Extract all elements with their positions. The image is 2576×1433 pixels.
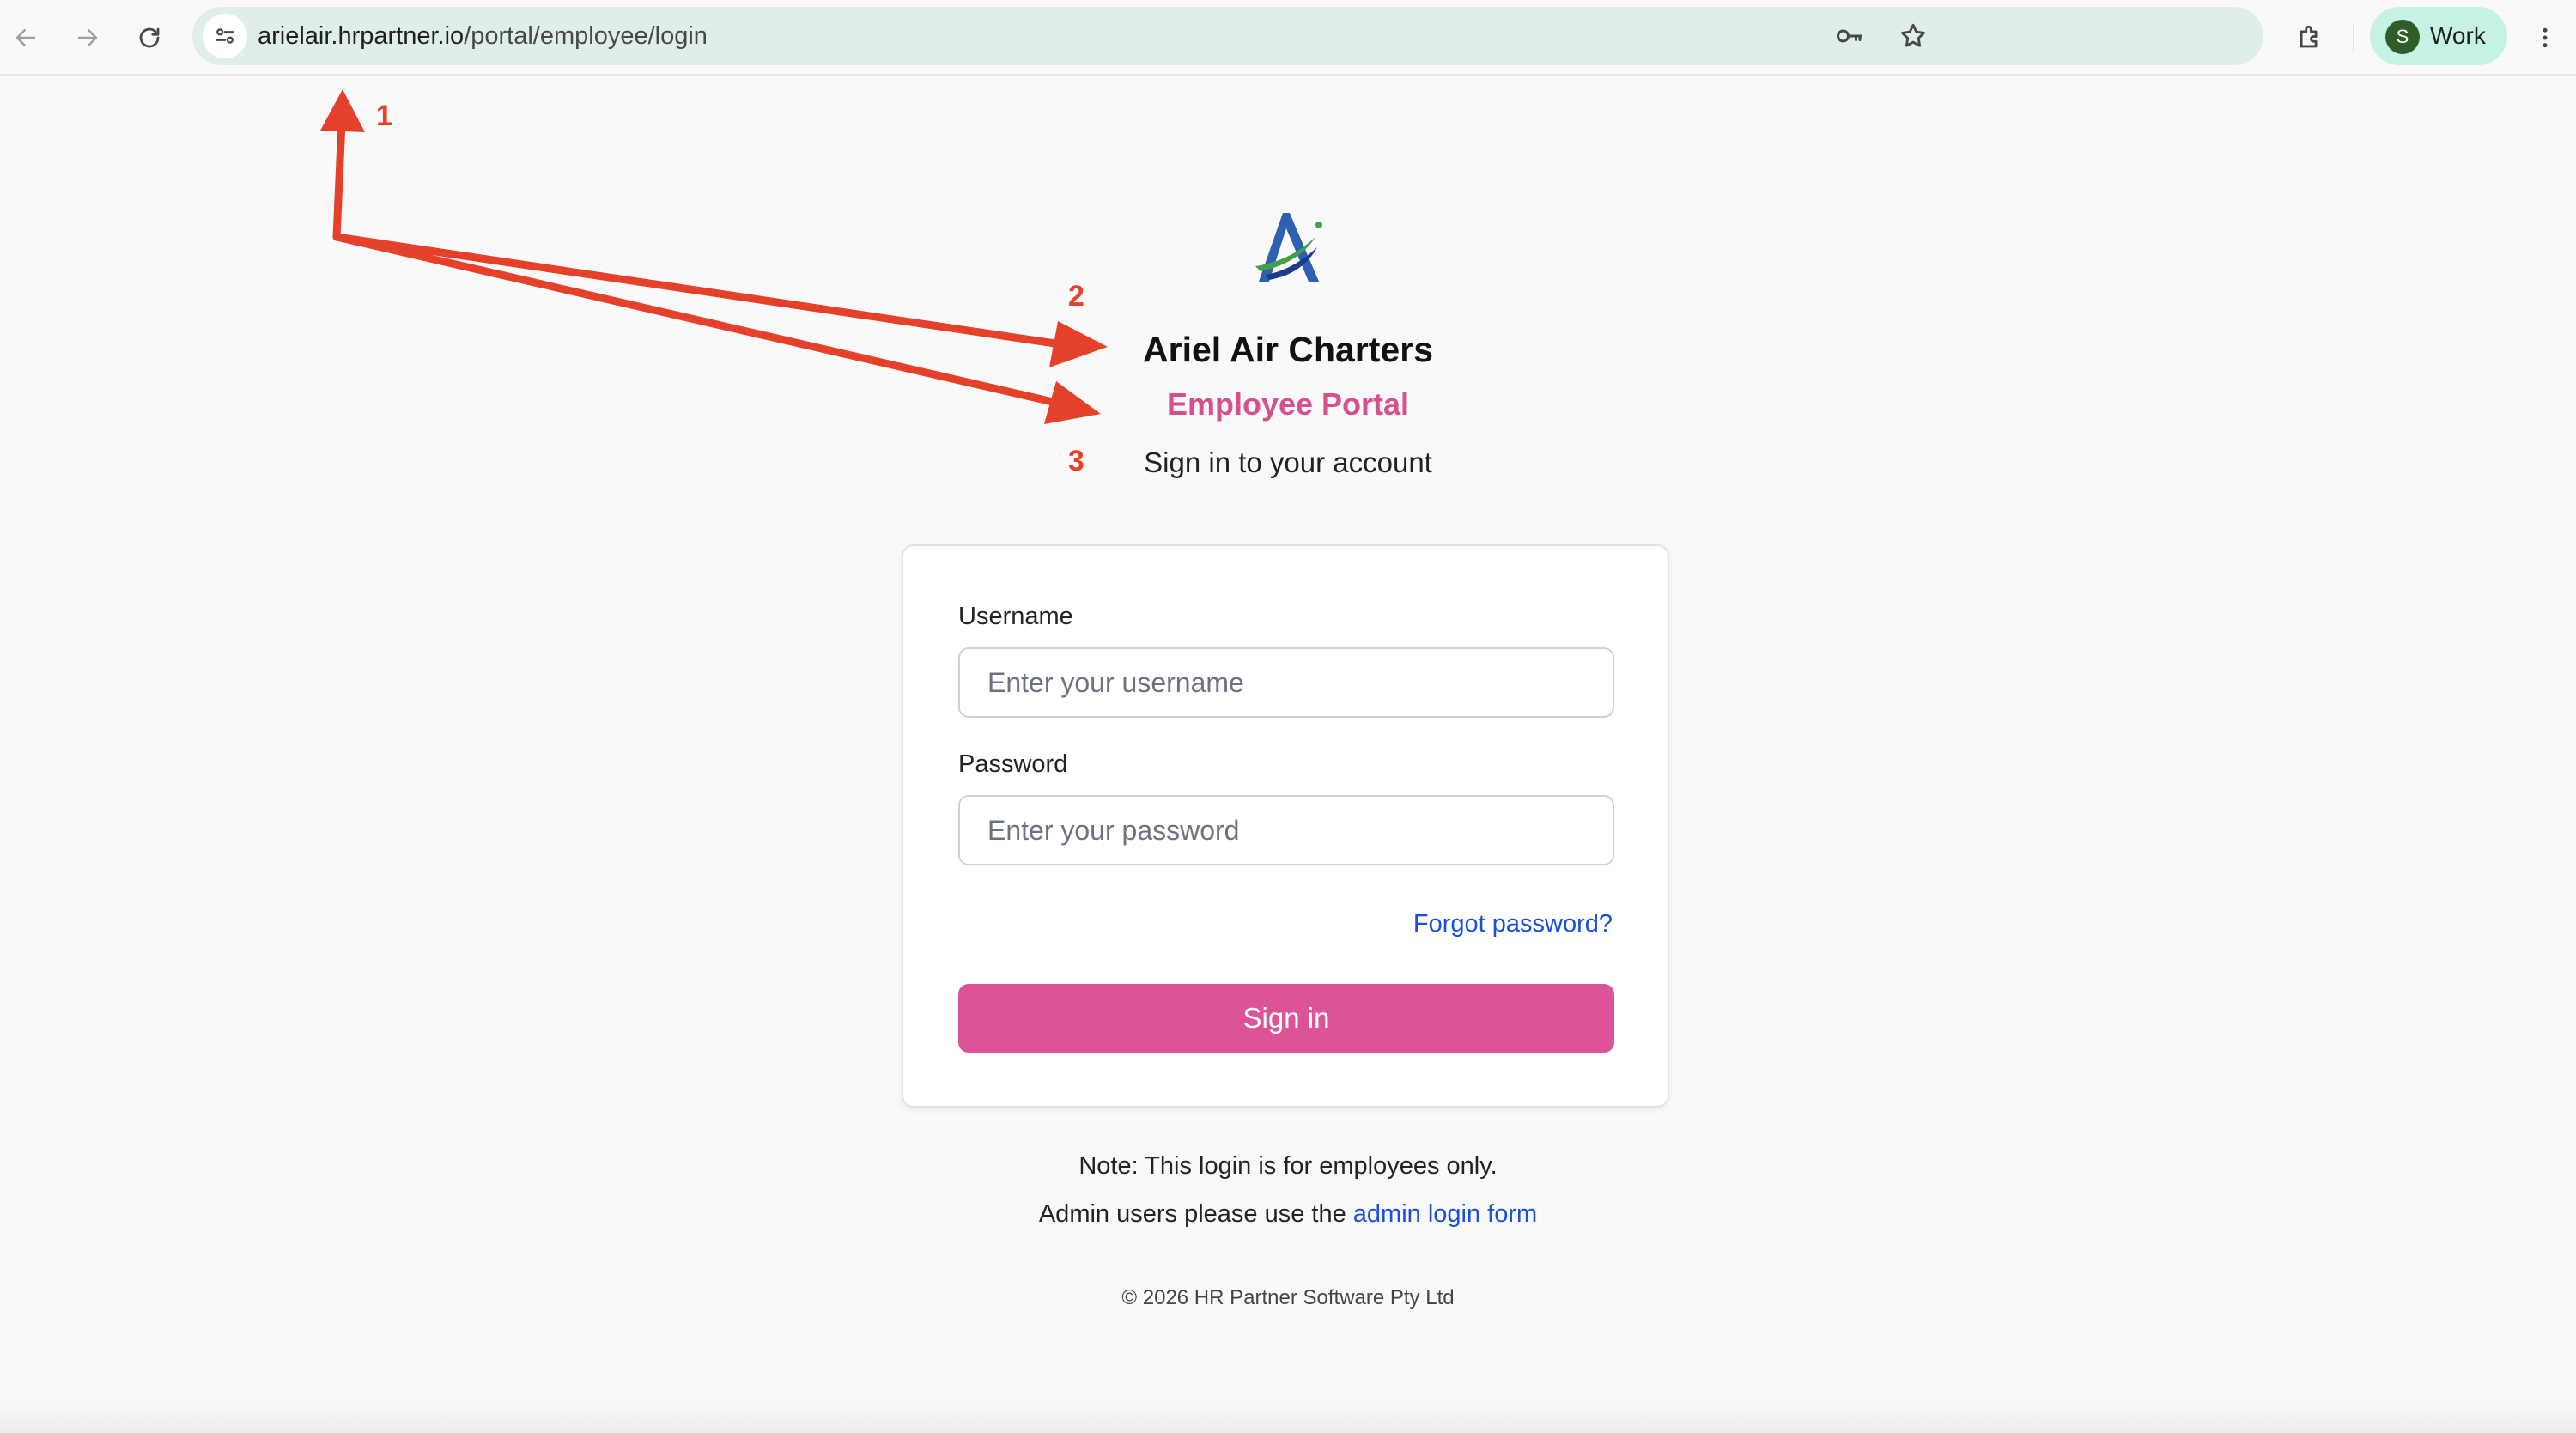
profile-button[interactable]: S Work — [2370, 7, 2507, 65]
username-input[interactable] — [958, 647, 1614, 718]
reload-button[interactable] — [127, 15, 172, 60]
password-label: Password — [958, 750, 1068, 778]
annotation-arrow-3 — [332, 233, 1057, 406]
profile-label: Work — [2430, 22, 2486, 49]
star-icon — [1901, 23, 1925, 47]
copyright-footer: © 2026 HR Partner Software Pty Ltd — [1121, 1286, 1455, 1309]
sign-in-button[interactable]: Sign in — [958, 984, 1614, 1053]
avatar: S — [2385, 20, 2420, 54]
url-path: /portal/employee/login — [464, 22, 708, 50]
extensions-button[interactable] — [2287, 15, 2332, 60]
password-input[interactable] — [958, 795, 1614, 865]
browser-toolbar: arielair.hrpartner.io/portal/employee/lo… — [0, 0, 2576, 76]
forward-button[interactable] — [65, 15, 110, 60]
portal-title: Employee Portal — [1166, 386, 1410, 422]
signin-subtitle: Sign in to your account — [1144, 446, 1432, 478]
annotation-number-2: 2 — [1068, 280, 1084, 313]
annotation-arrowhead-1 — [320, 89, 365, 132]
back-button[interactable] — [3, 15, 48, 60]
url-host: arielair.hrpartner.io — [258, 22, 465, 50]
annotation-number-1: 1 — [376, 100, 392, 132]
more-vertical-icon — [2543, 27, 2548, 48]
key-icon — [1837, 29, 1862, 43]
arrow-right-icon — [77, 29, 98, 46]
url-text[interactable]: arielair.hrpartner.io/portal/employee/lo… — [258, 7, 708, 65]
forgot-password-link[interactable]: Forgot password? — [1413, 910, 1613, 938]
address-bar[interactable]: arielair.hrpartner.io/portal/employee/lo… — [192, 7, 2263, 65]
login-card: Username Password Forgot password? Sign … — [902, 544, 1669, 1108]
username-label: Username — [958, 603, 1073, 630]
browser-menu-button[interactable] — [2523, 15, 2567, 60]
reload-icon — [139, 27, 160, 48]
puzzle-icon — [2300, 25, 2318, 48]
admin-note: Admin users please use the admin login f… — [0, 1200, 2576, 1229]
employee-note: Note: This login is for employees only. — [1078, 1152, 1498, 1180]
company-logo — [1240, 203, 1333, 295]
password-key-button[interactable] — [1829, 15, 1870, 57]
bookmark-button[interactable] — [1893, 15, 1934, 57]
annotation-arrow-1 — [332, 118, 346, 241]
admin-note-text: Admin users please use the — [1038, 1200, 1346, 1228]
site-settings-icon[interactable] — [203, 14, 247, 58]
toolbar-divider — [2353, 24, 2354, 52]
company-name: Ariel Air Charters — [1143, 330, 1433, 369]
admin-login-link[interactable]: admin login form — [1353, 1200, 1537, 1228]
bottom-shadow — [0, 1400, 2576, 1433]
arrow-left-icon — [15, 29, 36, 46]
annotation-number-3: 3 — [1068, 445, 1084, 477]
